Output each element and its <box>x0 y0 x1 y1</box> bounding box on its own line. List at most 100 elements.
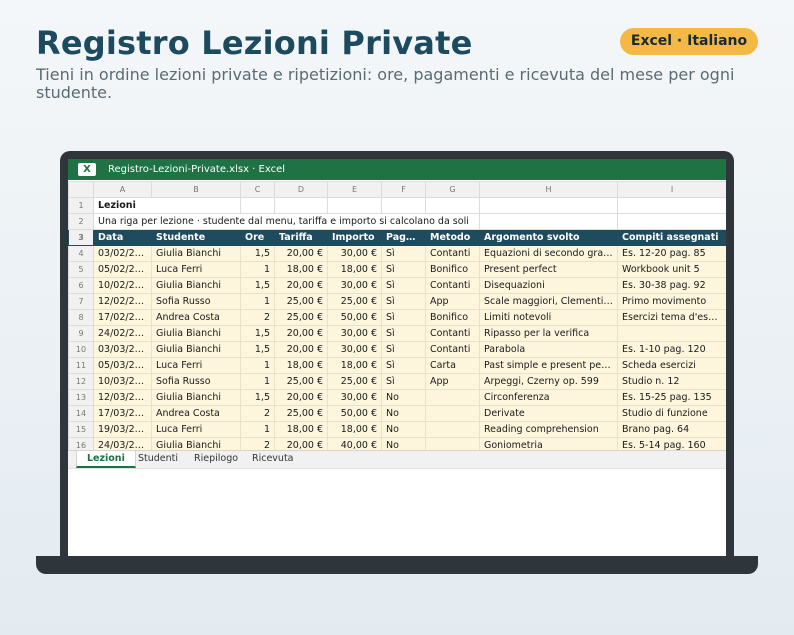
lesson-cell[interactable]: Luca Ferri <box>151 357 241 374</box>
row-number[interactable]: 14 <box>68 405 94 422</box>
lesson-cell[interactable]: Giulia Bianchi <box>151 341 241 358</box>
column-header-cell[interactable]: Studente <box>151 229 241 246</box>
row-number[interactable]: 12 <box>68 373 94 390</box>
lesson-cell[interactable]: Luca Ferri <box>151 421 241 438</box>
lesson-cell[interactable]: 18,00 € <box>274 261 328 278</box>
column-letter[interactable]: D <box>274 181 328 198</box>
lesson-cell[interactable]: Es. 12-20 pag. 85 <box>617 245 726 262</box>
lesson-cell[interactable]: Sì <box>381 309 426 326</box>
lesson-cell[interactable]: Bonifico <box>425 261 480 278</box>
lesson-cell[interactable]: Sì <box>381 245 426 262</box>
lesson-cell[interactable]: Giulia Bianchi <box>151 325 241 342</box>
lesson-cell[interactable]: 30,00 € <box>327 325 382 342</box>
row-number[interactable]: 2 <box>68 213 94 230</box>
lesson-cell[interactable]: 50,00 € <box>327 405 382 422</box>
lesson-cell[interactable]: 12/03/2026 <box>93 389 152 406</box>
column-header-cell[interactable]: Metodo <box>425 229 480 246</box>
lesson-cell[interactable]: 17/02/2026 <box>93 309 152 326</box>
empty-cell[interactable] <box>617 213 726 230</box>
lesson-cell[interactable]: Contanti <box>425 325 480 342</box>
lesson-cell[interactable]: Arpeggi, Czerny op. 599 <box>479 373 618 390</box>
lesson-cell[interactable]: Parabola <box>479 341 618 358</box>
empty-cell[interactable] <box>617 197 726 214</box>
lesson-cell[interactable]: Scale maggiori, Clementi op. 36 <box>479 293 618 310</box>
lesson-cell[interactable]: 1 <box>240 373 275 390</box>
lesson-cell[interactable]: 05/02/2026 <box>93 261 152 278</box>
lesson-cell[interactable]: Equazioni di secondo grado <box>479 245 618 262</box>
row-number[interactable]: 8 <box>68 309 94 326</box>
lesson-cell[interactable]: 18,00 € <box>274 421 328 438</box>
lesson-cell[interactable]: Studio n. 12 <box>617 373 726 390</box>
row-number[interactable]: 4 <box>68 245 94 262</box>
lesson-cell[interactable]: 05/03/2026 <box>93 357 152 374</box>
row-number[interactable]: 11 <box>68 357 94 374</box>
column-letter[interactable]: B <box>151 181 241 198</box>
lesson-cell[interactable]: 25,00 € <box>274 405 328 422</box>
row-number[interactable]: 7 <box>68 293 94 310</box>
empty-cell[interactable] <box>274 197 328 214</box>
lesson-cell[interactable]: Bonifico <box>425 309 480 326</box>
lesson-cell[interactable]: Sì <box>381 357 426 374</box>
lesson-cell[interactable]: 30,00 € <box>327 277 382 294</box>
lesson-cell[interactable]: Sì <box>381 277 426 294</box>
row-number[interactable]: 13 <box>68 389 94 406</box>
lesson-cell[interactable]: Contanti <box>425 341 480 358</box>
lesson-cell[interactable]: Primo movimento <box>617 293 726 310</box>
lesson-cell[interactable]: 30,00 € <box>327 245 382 262</box>
column-header-cell[interactable]: Importo <box>327 229 382 246</box>
row-number[interactable]: 5 <box>68 261 94 278</box>
empty-cell[interactable] <box>425 197 480 214</box>
lesson-cell[interactable]: Brano pag. 64 <box>617 421 726 438</box>
lesson-cell[interactable]: Sì <box>381 261 426 278</box>
lesson-cell[interactable]: 50,00 € <box>327 309 382 326</box>
sheet-tab-riepilogo[interactable]: Riepilogo <box>184 451 248 468</box>
section-title-cell[interactable]: Lezioni <box>93 197 241 214</box>
lesson-cell[interactable]: 19/03/2026 <box>93 421 152 438</box>
row-number[interactable]: 9 <box>68 325 94 342</box>
lesson-cell[interactable]: Sofia Russo <box>151 293 241 310</box>
column-letter[interactable]: C <box>240 181 275 198</box>
lesson-cell[interactable]: 03/02/2026 <box>93 245 152 262</box>
lesson-cell[interactable]: 03/03/2026 <box>93 341 152 358</box>
lesson-cell[interactable]: Luca Ferri <box>151 261 241 278</box>
lesson-cell[interactable] <box>425 405 480 422</box>
lesson-cell[interactable]: No <box>381 405 426 422</box>
empty-cell[interactable] <box>381 197 426 214</box>
column-letter[interactable]: E <box>327 181 382 198</box>
lesson-cell[interactable]: Sofia Russo <box>151 373 241 390</box>
lesson-cell[interactable]: 1 <box>240 421 275 438</box>
lesson-cell[interactable]: Sì <box>381 293 426 310</box>
lesson-cell[interactable]: Giulia Bianchi <box>151 245 241 262</box>
lesson-cell[interactable]: Sì <box>381 373 426 390</box>
lesson-cell[interactable]: Es. 15-25 pag. 135 <box>617 389 726 406</box>
lesson-cell[interactable]: 2 <box>240 309 275 326</box>
select-all-corner[interactable] <box>68 181 94 198</box>
lesson-cell[interactable]: Scheda esercizi <box>617 357 726 374</box>
lesson-cell[interactable]: 20,00 € <box>274 245 328 262</box>
lesson-cell[interactable]: 1 <box>240 293 275 310</box>
lesson-cell[interactable]: Giulia Bianchi <box>151 277 241 294</box>
lesson-cell[interactable]: 20,00 € <box>274 341 328 358</box>
lesson-cell[interactable]: No <box>381 421 426 438</box>
lesson-cell[interactable]: 12/02/2026 <box>93 293 152 310</box>
lesson-cell[interactable]: Circonferenza <box>479 389 618 406</box>
lesson-cell[interactable]: Sì <box>381 341 426 358</box>
sheet-tab-ricevuta[interactable]: Ricevuta <box>242 451 304 468</box>
lesson-cell[interactable]: 1,5 <box>240 341 275 358</box>
lesson-cell[interactable]: 30,00 € <box>327 389 382 406</box>
lesson-cell[interactable]: App <box>425 373 480 390</box>
lesson-cell[interactable]: Contanti <box>425 277 480 294</box>
lesson-cell[interactable]: 18,00 € <box>327 261 382 278</box>
lesson-cell[interactable]: Sì <box>381 325 426 342</box>
lesson-cell[interactable]: 1,5 <box>240 325 275 342</box>
column-letter[interactable]: A <box>93 181 152 198</box>
lesson-cell[interactable]: 25,00 € <box>274 373 328 390</box>
column-header-cell[interactable]: Data <box>93 229 152 246</box>
empty-cell[interactable] <box>327 197 382 214</box>
column-header-cell[interactable]: Pagato <box>381 229 426 246</box>
lesson-cell[interactable]: Esercizi tema d'esame <box>617 309 726 326</box>
column-letter[interactable]: I <box>617 181 726 198</box>
lesson-cell[interactable]: 25,00 € <box>327 373 382 390</box>
lesson-cell[interactable]: No <box>381 389 426 406</box>
lesson-cell[interactable]: Present perfect <box>479 261 618 278</box>
